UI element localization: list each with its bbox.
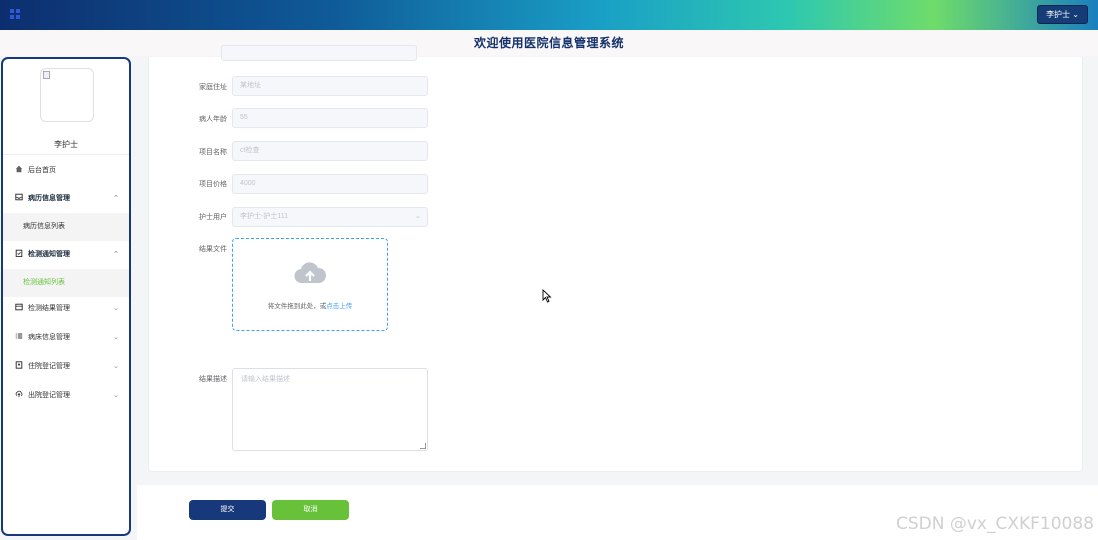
avatar: [40, 68, 94, 122]
upload-hint: 将文件拖到此处，或点击上传: [233, 300, 387, 310]
upload-icon: [15, 390, 23, 398]
sidebar-item-discharge[interactable]: 出院登记管理 ⌄: [3, 382, 129, 410]
nurse-user-select[interactable]: 李护士-护士111 ⌄: [232, 207, 428, 227]
chevron-up-icon: ⌃: [113, 251, 119, 258]
sidebar-subitem-record-list[interactable]: 病历信息列表: [3, 213, 129, 241]
list-icon: [15, 333, 23, 339]
chevron-down-icon: ⌄: [113, 363, 119, 370]
sidebar-item-notice[interactable]: 检测通知管理 ⌃: [3, 241, 129, 269]
sidebar-item-records[interactable]: 病历信息管理 ⌃: [3, 185, 129, 213]
cut-off-field: [221, 45, 417, 61]
chevron-down-icon: ⌄: [415, 213, 421, 220]
badge-icon: [15, 361, 23, 369]
watermark: CSDN @vx_CXKF10088: [895, 514, 1094, 534]
chevron-up-icon: ⌃: [113, 195, 119, 202]
sidebar-item-label: 住院登记管理: [28, 363, 70, 370]
chevron-down-icon: ⌄: [113, 334, 119, 341]
result-desc-placeholder: 请输入结果描述: [241, 376, 290, 383]
sidebar: 李护士 后台首页 病历信息管理 ⌃ 病历信息列表 检测通知管理 ⌃ 检测通知列表…: [1, 57, 131, 536]
file-upload-dropzone[interactable]: 将文件拖到此处，或点击上传: [232, 238, 388, 331]
sidebar-divider: [3, 154, 129, 155]
address-label: 家庭住址: [199, 84, 227, 91]
broken-image-icon: [43, 71, 50, 79]
sidebar-item-home[interactable]: 后台首页: [3, 157, 129, 185]
item-price-field: 4000: [232, 174, 428, 194]
sidebar-item-beds[interactable]: 病床信息管理 ⌄: [3, 324, 129, 352]
inbox-icon: [15, 193, 23, 201]
user-menu-button[interactable]: 李护士 ⌄: [1037, 5, 1088, 24]
item-name-label: 项目名称: [199, 149, 227, 156]
page-title: 欢迎使用医院信息管理系统: [473, 36, 624, 50]
sidebar-subitem-notice-list[interactable]: 检测通知列表: [3, 269, 129, 297]
sidebar-item-label: 出院登记管理: [28, 392, 70, 399]
apps-grid-icon[interactable]: [10, 9, 20, 19]
result-desc-textarea[interactable]: 请输入结果描述: [232, 368, 428, 451]
result-file-label: 结果文件: [199, 246, 227, 253]
sidebar-username: 李护士: [54, 140, 78, 149]
upload-hint-text: 将文件拖到此处，或: [267, 303, 327, 310]
address-field: 某地址: [232, 76, 428, 96]
chevron-down-icon: ⌄: [113, 305, 119, 312]
clipboard-icon: [15, 249, 23, 257]
sidebar-item-label: 检测结果管理: [28, 305, 70, 312]
sidebar-item-results[interactable]: 检测结果管理 ⌄: [3, 295, 129, 323]
result-desc-label: 结果描述: [199, 376, 227, 383]
item-price-label: 项目价格: [199, 181, 227, 188]
mouse-cursor-icon: [542, 289, 552, 303]
sidebar-item-label: 检测通知管理: [28, 251, 70, 258]
form-card: 家庭住址 某地址 病人年龄 55 项目名称 ct检查 项目价格 4000 护士用…: [148, 45, 1083, 472]
title-bar: 欢迎使用医院信息管理系统: [0, 30, 1098, 56]
upload-link[interactable]: 点击上传: [326, 303, 352, 310]
nurse-user-value: 李护士-护士111: [240, 213, 288, 220]
chevron-down-icon: ⌄: [113, 392, 119, 399]
box-icon: [15, 303, 23, 311]
sidebar-item-admission[interactable]: 住院登记管理 ⌄: [3, 353, 129, 381]
sidebar-item-label: 病床信息管理: [28, 334, 70, 341]
age-field: 55: [232, 108, 428, 128]
item-name-field: ct检查: [232, 141, 428, 161]
home-icon: [15, 165, 23, 173]
top-bar: 李护士 ⌄: [0, 0, 1098, 30]
sidebar-item-label: 后台首页: [28, 167, 56, 174]
age-label: 病人年龄: [199, 116, 227, 123]
submit-button[interactable]: 提交: [189, 500, 266, 520]
cloud-upload-icon: [294, 262, 326, 284]
nurse-user-label: 护士用户: [199, 214, 227, 221]
cancel-button[interactable]: 取消: [272, 500, 349, 520]
main-content: 家庭住址 某地址 病人年龄 55 项目名称 ct检查 项目价格 4000 护士用…: [137, 45, 1098, 540]
resize-grip-icon[interactable]: [420, 443, 426, 449]
sidebar-item-label: 病历信息管理: [28, 195, 70, 202]
